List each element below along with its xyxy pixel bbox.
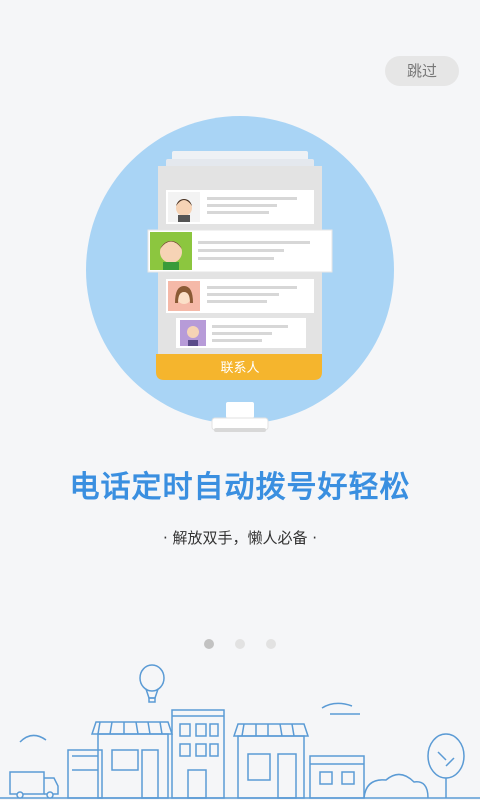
low-building	[309, 755, 365, 799]
contacts-illustration: 联系人	[86, 116, 394, 432]
bushes	[363, 773, 429, 799]
balloon	[139, 664, 165, 692]
city-skyline-illustration	[0, 664, 480, 799]
page-indicator	[0, 634, 480, 653]
cloud-left	[19, 734, 47, 743]
headline: 电话定时自动拨号好轻松	[69, 470, 411, 505]
tree	[427, 733, 465, 779]
cloud-right	[321, 702, 360, 715]
shop-awning-right	[232, 723, 310, 737]
page-dot-2[interactable]	[235, 639, 245, 649]
stand-neck	[226, 402, 254, 418]
page-dot-1[interactable]	[203, 639, 214, 649]
building-left	[67, 749, 103, 799]
subline: · 解放双手，懒人必备 ·	[162, 529, 318, 547]
contacts-bar-label: 联系人	[220, 361, 259, 376]
page-dot-3[interactable]	[266, 639, 277, 649]
truck	[9, 771, 45, 795]
